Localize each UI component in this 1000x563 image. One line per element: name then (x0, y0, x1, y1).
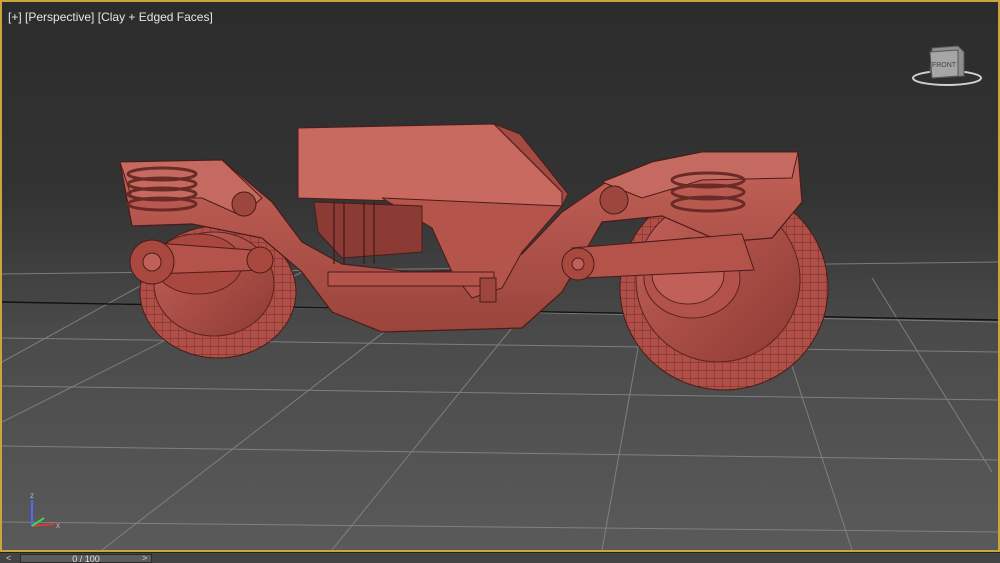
view-mode-menu[interactable]: [Perspective] (25, 10, 94, 24)
3d-scene[interactable] (2, 2, 998, 550)
axis-x-label: x (56, 521, 60, 530)
viewcube-face-label: FRONT (932, 62, 957, 69)
axis-z-label: z (30, 491, 34, 500)
viewport-menu-button[interactable]: [+] (8, 10, 22, 24)
shading-mode-menu[interactable]: [Clay + Edged Faces] (98, 10, 213, 24)
perspective-viewport[interactable]: [+] [Perspective] [Clay + Edged Faces] F… (0, 0, 1000, 552)
viewcube[interactable]: FRONT (910, 42, 984, 88)
axis-tripod: z x (30, 491, 60, 530)
viewport-label: [+] [Perspective] [Clay + Edged Faces] (8, 10, 213, 24)
timeline-bar: < 0 / 100 > (0, 552, 1000, 563)
